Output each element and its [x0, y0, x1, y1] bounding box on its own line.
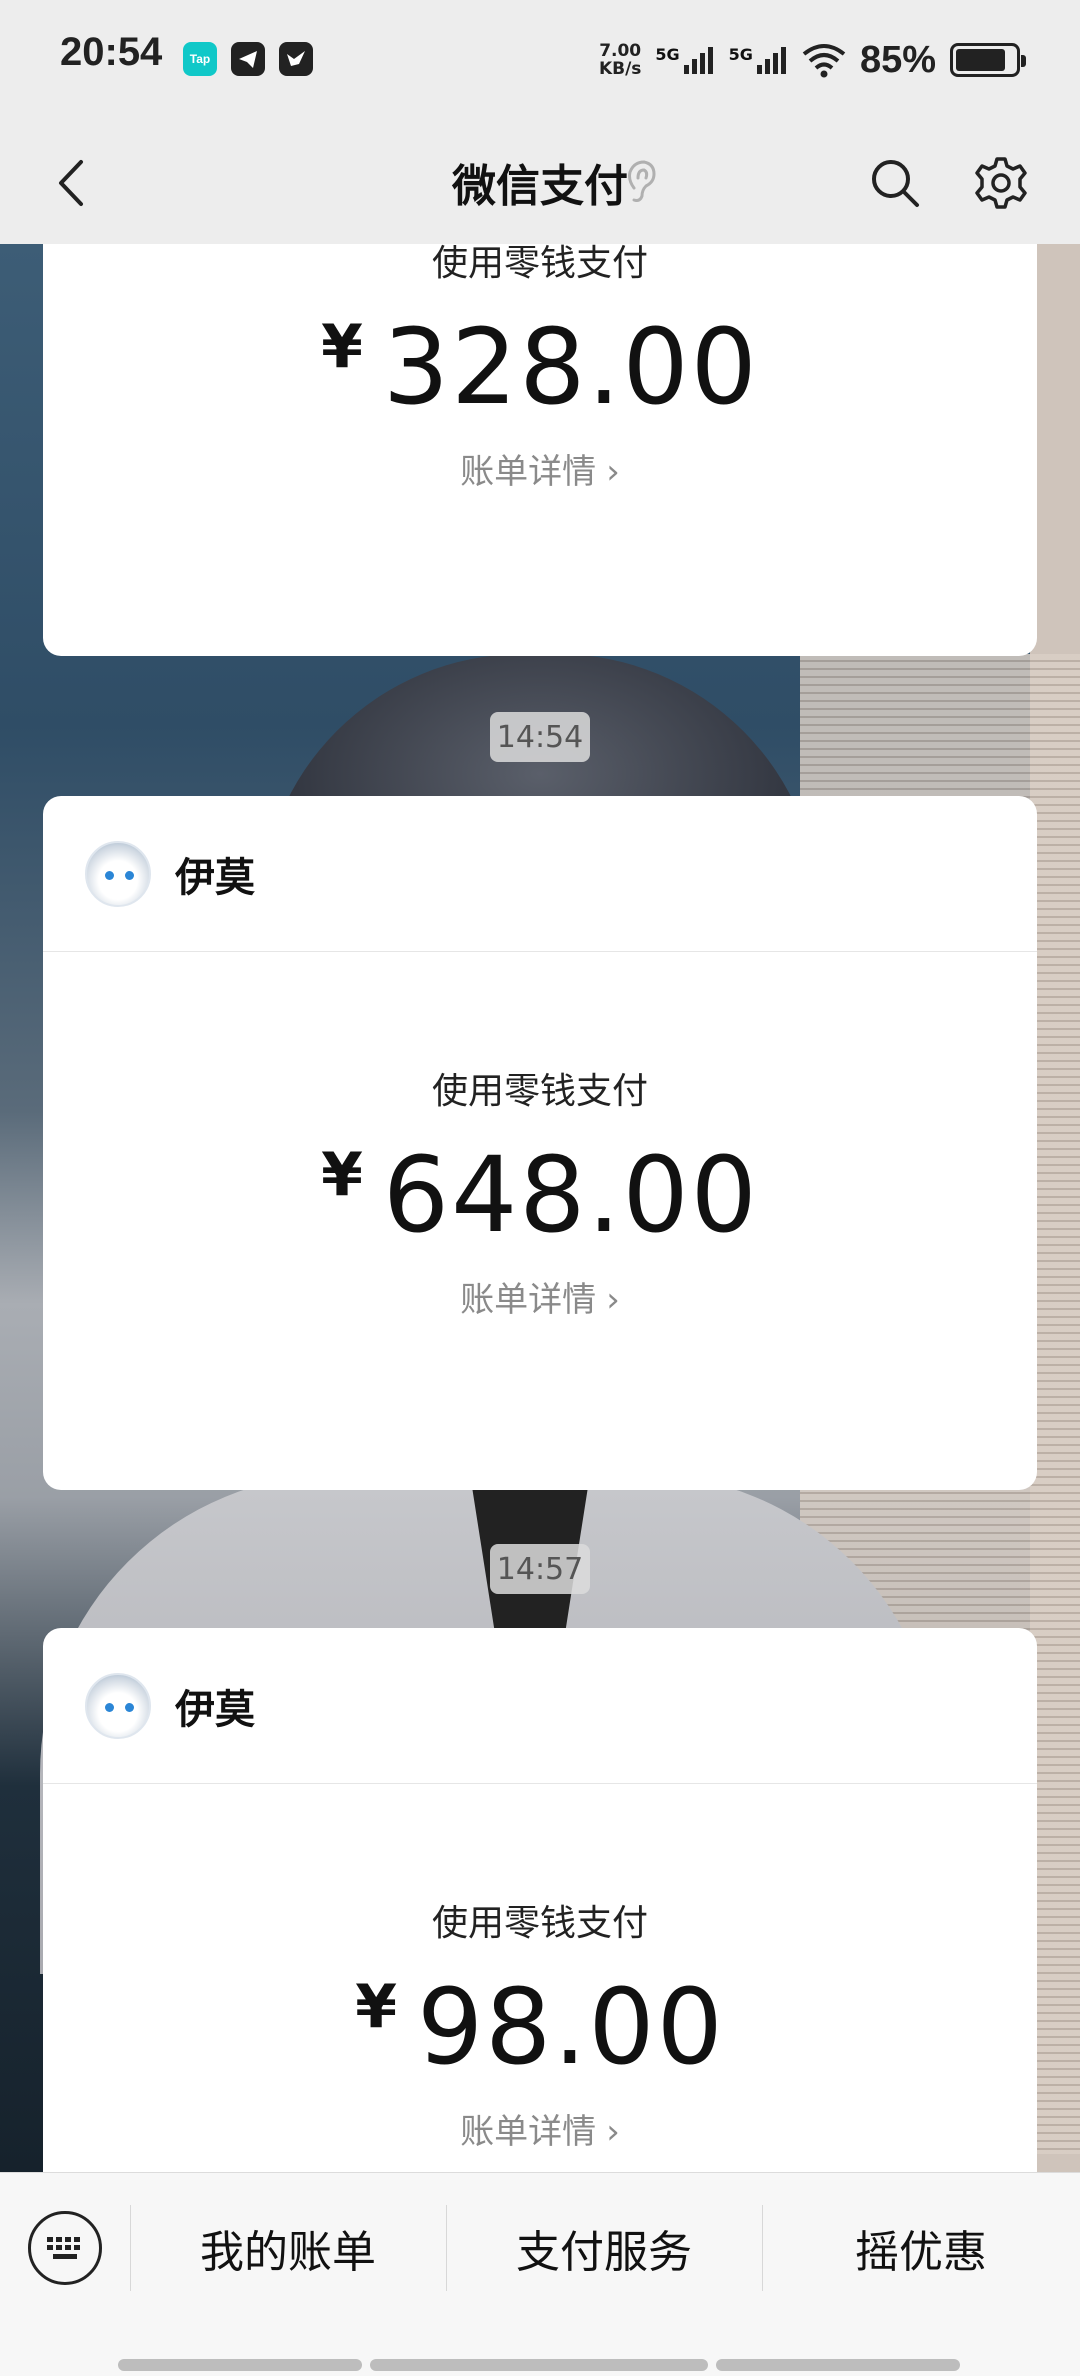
wifi-icon [802, 44, 846, 78]
signal-label-1: 5G [655, 45, 680, 64]
bill-detail-link[interactable]: 账单详情 › [43, 2104, 1037, 2153]
message-timestamp: 14:57 [490, 1544, 590, 1594]
message-timestamp: 14:54 [490, 712, 590, 762]
menu-payment-services[interactable]: 支付服务 [446, 2191, 762, 2305]
sender-name: 伊莫 [175, 1686, 255, 1733]
battery-percent: 85% [859, 38, 936, 81]
gesture-bar-segment [716, 2359, 960, 2371]
signal-5g-1: 5G [655, 45, 714, 75]
menu-shake-offers[interactable]: 摇优惠 [762, 2191, 1080, 2305]
bill-detail-label: 账单详情 [460, 1280, 597, 1320]
amount-value: 328.00 [382, 306, 759, 428]
ear-icon[interactable] [624, 158, 658, 204]
payment-amount: ¥98.00 [43, 1966, 1037, 2088]
payment-amount: ¥648.00 [43, 1134, 1037, 1256]
bill-detail-link[interactable]: 账单详情 › [43, 1272, 1037, 1321]
bill-detail-link[interactable]: 账单详情 › [43, 444, 1037, 493]
chat-area[interactable]: 使用零钱支付 ¥328.00 账单详情 › 14:54 伊莫 使用零钱支付 ¥64… [0, 244, 1080, 2172]
bill-detail-label: 账单详情 [460, 452, 597, 492]
gesture-bar-segment [118, 2359, 362, 2371]
card-header: 伊莫 [43, 1628, 1037, 1784]
battery-icon [950, 43, 1026, 77]
card-header: 伊莫 [43, 796, 1037, 952]
pay-method: 使用零钱支付 [431, 244, 648, 284]
search-button[interactable] [860, 148, 930, 218]
avatar[interactable] [85, 840, 151, 907]
gear-icon [975, 157, 1027, 209]
bottom-menu-bar: 我的账单 支付服务 摇优惠 [0, 2172, 1080, 2376]
sender-name: 伊莫 [175, 854, 255, 901]
menu-my-bills[interactable]: 我的账单 [130, 2191, 446, 2305]
currency-symbol: ¥ [321, 312, 365, 382]
network-speed-value: 7.00 [599, 41, 642, 61]
settings-button[interactable] [966, 148, 1036, 218]
network-speed: 7.00 KB/s [599, 42, 641, 78]
payment-amount: ¥328.00 [43, 306, 1037, 428]
payment-card[interactable]: 伊莫 使用零钱支付 ¥648.00 账单详情 › [43, 796, 1037, 1490]
bill-detail-label: 账单详情 [460, 2112, 597, 2152]
signal-label-2: 5G [728, 45, 753, 64]
telegram-app-icon [231, 42, 265, 76]
avatar[interactable] [85, 1672, 151, 1739]
chevron-right-icon: › [606, 1280, 620, 1320]
amount-value: 98.00 [417, 1966, 725, 2088]
payment-card[interactable]: 伊莫 使用零钱支付 ¥98.00 账单详情 › [43, 1628, 1037, 2172]
currency-symbol: ¥ [321, 1140, 365, 1210]
status-bar: 20:54 Tap 7.00 KB/s 5G 5G 85% [0, 0, 1080, 120]
network-speed-unit: KB/s [598, 59, 642, 79]
status-right-group: 7.00 KB/s 5G 5G 85% [599, 30, 1026, 90]
search-icon [872, 160, 919, 207]
amount-value: 648.00 [382, 1134, 759, 1256]
status-time: 20:54 [60, 30, 163, 74]
pay-method: 使用零钱支付 [431, 1071, 648, 1112]
cell-signal-icon [756, 47, 786, 74]
chevron-right-icon: › [606, 2112, 620, 2152]
battery-fill [956, 49, 1006, 71]
keyboard-toggle-button[interactable] [28, 2211, 102, 2285]
taptap-app-icon: Tap [183, 42, 217, 76]
signal-5g-2: 5G [729, 45, 788, 75]
bird-app-icon [279, 42, 313, 76]
currency-symbol: ¥ [355, 1972, 399, 2042]
payment-card[interactable]: 使用零钱支付 ¥328.00 账单详情 › [43, 244, 1037, 656]
pay-method: 使用零钱支付 [431, 1903, 648, 1944]
cell-signal-icon [683, 47, 713, 74]
title-bar: 微信支付 [0, 120, 1080, 244]
gesture-bar-segment [370, 2359, 708, 2371]
chevron-right-icon: › [606, 452, 620, 492]
keyboard-icon [47, 2237, 80, 2259]
